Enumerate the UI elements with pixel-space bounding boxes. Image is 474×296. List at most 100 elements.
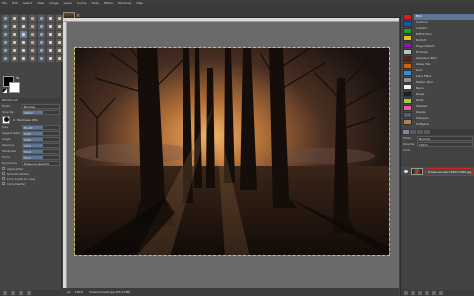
checkbox[interactable] (2, 177, 5, 180)
tool-icon[interactable] (47, 23, 54, 30)
pattern-swatch[interactable] (403, 35, 412, 41)
delete-layer-button[interactable] (439, 291, 443, 295)
layer-mode-select[interactable]: Normal (417, 135, 473, 141)
menu-colors[interactable]: Colors (77, 1, 86, 5)
pattern-swatch[interactable] (403, 70, 412, 76)
layer-row[interactable]: forest-sunset-1920x1280.jpg (401, 167, 474, 176)
tool-icon[interactable] (11, 31, 18, 38)
dynamics-select[interactable]: Pressure Opacity (22, 160, 60, 166)
pattern-swatch[interactable] (403, 105, 412, 111)
tab-layers[interactable] (403, 130, 409, 134)
reset-options-button[interactable] (27, 291, 31, 295)
tool-icon[interactable] (56, 39, 63, 46)
tool-icon[interactable] (47, 55, 54, 62)
pattern-swatch[interactable] (403, 98, 412, 104)
tool-icon[interactable] (11, 39, 18, 46)
menu-layer[interactable]: Layer (64, 1, 72, 5)
opacity-slider[interactable]: 100.0 (22, 109, 60, 115)
pattern-swatch[interactable] (403, 77, 412, 83)
tool-icon[interactable] (38, 47, 45, 54)
pattern-swatch[interactable] (403, 84, 412, 90)
tool-icon[interactable] (20, 23, 27, 30)
swap-colors-icon[interactable]: ⇆ (16, 75, 19, 80)
tool-icon[interactable] (29, 47, 36, 54)
pattern-swatch[interactable] (403, 21, 412, 27)
layer-name[interactable]: forest-sunset-1920x1280.jpg (425, 167, 474, 176)
pattern-swatch[interactable] (403, 91, 412, 97)
tool-icon[interactable] (47, 15, 54, 22)
aspect-slider[interactable]: 0.00 (22, 130, 60, 136)
tool-icon[interactable] (2, 31, 9, 38)
brush-preview[interactable] (2, 115, 10, 124)
eye-icon[interactable] (404, 170, 408, 173)
restore-options-button[interactable] (11, 291, 15, 295)
tool-icon[interactable] (47, 39, 54, 46)
tab-paths[interactable] (417, 130, 423, 134)
raise-layer-button[interactable] (411, 291, 415, 295)
tool-icon[interactable] (38, 31, 45, 38)
tool-icon[interactable] (47, 31, 54, 38)
menu-select[interactable]: Select (23, 1, 32, 5)
layer-opacity-slider[interactable]: 100.0 (417, 141, 473, 147)
pattern-swatch[interactable] (403, 14, 412, 20)
lower-layer-button[interactable] (418, 291, 422, 295)
tool-icon[interactable] (38, 15, 45, 22)
tool-icon[interactable] (2, 23, 9, 30)
default-colors-icon[interactable] (3, 89, 7, 93)
tool-icon[interactable] (29, 23, 36, 30)
tool-icon[interactable] (20, 15, 27, 22)
pattern-swatch[interactable] (403, 49, 412, 55)
tool-icon[interactable] (2, 39, 9, 46)
tool-icon[interactable] (2, 15, 9, 22)
new-layer-button[interactable] (404, 291, 408, 295)
pattern-swatch[interactable] (403, 56, 412, 62)
tab-undo-history[interactable] (424, 130, 430, 134)
tool-icon[interactable] (20, 47, 27, 54)
duplicate-layer-button[interactable] (425, 291, 429, 295)
option-checkbox-row[interactable]: Incremental (0, 181, 62, 186)
canvas-area[interactable] (63, 18, 399, 288)
tool-icon[interactable] (11, 23, 18, 30)
tool-icon[interactable] (29, 39, 36, 46)
delete-options-button[interactable] (19, 291, 23, 295)
unit-selector[interactable]: px (67, 290, 71, 294)
tool-icon[interactable] (20, 31, 27, 38)
vertical-ruler[interactable] (63, 22, 67, 288)
pattern-swatch[interactable] (403, 42, 412, 48)
hardness-slider[interactable]: 50.0 (22, 148, 60, 154)
menu-help[interactable]: Help (136, 1, 143, 5)
tool-icon[interactable] (56, 23, 63, 30)
checkbox[interactable] (2, 167, 5, 170)
tool-icon[interactable] (2, 55, 9, 62)
tool-icon[interactable] (2, 47, 9, 54)
menu-edit[interactable]: Edit (12, 1, 18, 5)
tool-icon[interactable] (11, 15, 18, 22)
tool-icon[interactable] (38, 23, 45, 30)
checkbox[interactable] (2, 182, 5, 185)
tool-icon[interactable] (38, 55, 45, 62)
tool-icon[interactable] (29, 55, 36, 62)
menu-tools[interactable]: Tools (91, 1, 98, 5)
force-slider[interactable]: 50.0 (22, 154, 60, 160)
checkbox[interactable] (2, 172, 5, 175)
zoom-selector[interactable]: 100% (75, 290, 84, 294)
menu-windows[interactable]: Windows (118, 1, 131, 5)
image-canvas[interactable] (74, 47, 390, 256)
spacing-slider[interactable]: 10.0 (22, 142, 60, 148)
menu-file[interactable]: File (2, 1, 7, 5)
tool-icon[interactable] (20, 55, 27, 62)
pattern-swatch[interactable] (403, 63, 412, 69)
tool-icon[interactable] (38, 39, 45, 46)
tool-icon[interactable] (56, 55, 63, 62)
tool-icon[interactable] (11, 47, 18, 54)
tool-icon[interactable] (56, 15, 63, 22)
pattern-swatch[interactable] (403, 112, 412, 118)
tool-icon[interactable] (29, 15, 36, 22)
save-options-button[interactable] (3, 291, 7, 295)
tool-icon[interactable] (11, 55, 18, 62)
tool-icon[interactable] (56, 47, 63, 54)
menu-image[interactable]: Image (49, 1, 58, 5)
mode-select[interactable]: Normal (22, 103, 60, 109)
menu-filters[interactable]: Filters (104, 1, 113, 5)
tool-icon[interactable] (29, 31, 36, 38)
